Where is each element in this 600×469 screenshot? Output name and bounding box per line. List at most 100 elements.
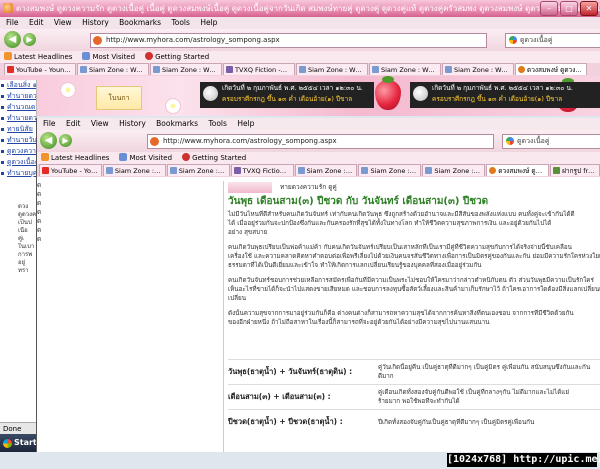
search-box[interactable]: ดูดวงเนื้อคู่ xyxy=(502,134,600,149)
back-button[interactable]: ◀ xyxy=(4,31,21,48)
siamzone-icon xyxy=(299,66,306,73)
tab-siamzone[interactable]: Siam Zone : Web Bo... xyxy=(442,63,514,75)
siamzone-icon xyxy=(425,167,433,174)
menu-view[interactable]: View xyxy=(91,119,109,128)
menu-tools[interactable]: Tools xyxy=(171,18,189,27)
tab-siamzone[interactable]: Siam Zone : We... xyxy=(166,164,230,176)
date-line-2: ครอบราศีกรกฎ ขึ้น ๑๓ ค่ำ เดือนอ้าย(๑) ปี… xyxy=(432,95,563,103)
tab-myhora[interactable]: ดวงสมพงษ์ ดูดวง... xyxy=(515,63,587,75)
bookmarks-toolbar: Latest Headlines Most Visited Getting St… xyxy=(37,152,600,164)
bookmark-latest-headlines[interactable]: Latest Headlines xyxy=(4,51,72,63)
sidebar-link[interactable]: คำนวณดวงวันเกิด xyxy=(0,102,36,113)
table-row: วันพุธ(ธาตุน้ำ) + วันจันทร์(ธาตุดิน) : ค… xyxy=(228,359,600,384)
tab-siamzone[interactable]: Siam Zone : We... xyxy=(358,164,422,176)
star-folder-icon xyxy=(82,52,91,60)
bookmark-most-visited[interactable]: Most Visited xyxy=(119,152,172,164)
tab-siamzone[interactable]: Siam Zone : We... xyxy=(422,164,486,176)
menu-history[interactable]: History xyxy=(82,18,109,27)
bookmark-getting-started[interactable]: Getting Started xyxy=(182,152,246,164)
tab-siamzone[interactable]: Siam Zone : Web Bo... xyxy=(296,63,368,75)
menu-view[interactable]: View xyxy=(54,18,72,27)
taskbar: Start xyxy=(0,434,37,452)
banner-ad[interactable]: โบนกา xyxy=(96,86,142,110)
star-folder-icon xyxy=(119,153,128,161)
title-bar: ดวงสมพงษ์ ดูดวงความรัก ดูดวงเนื้อคู่ เนื… xyxy=(0,0,600,17)
rss-icon xyxy=(4,52,12,60)
url-bar[interactable]: http://www.myhora.com/astrology_sompong.… xyxy=(90,33,487,48)
tab-siamzone[interactable]: Siam Zone : Web Bo... xyxy=(369,63,441,75)
tab-tvxq[interactable]: TVXQ Fiction -... xyxy=(230,164,294,176)
close-button[interactable]: ✕ xyxy=(580,1,598,16)
search-box[interactable]: ดูดวงเนื้อคู่ xyxy=(505,33,600,48)
back-button[interactable]: ◀ xyxy=(40,132,57,149)
moon-icon xyxy=(203,86,218,101)
tab-myhora[interactable]: ดวงสมพงษ์ ดูดวงค... xyxy=(486,164,550,176)
firefox-icon xyxy=(3,3,13,13)
strawberry-decoration xyxy=(375,76,401,110)
menu-edit[interactable]: Edit xyxy=(66,119,81,128)
date-line-1: เกิดวันที่ ๒ กุมภาพันธ์ พ.ศ. ๒๕๕๔ เวลา ๑… xyxy=(432,84,573,92)
row-description: คู่วันเกิดนี้อยู่คืน เป็นคู่ธาตุที่ดีมาก… xyxy=(378,364,591,380)
header-clip xyxy=(228,182,272,193)
minimize-button[interactable]: – xyxy=(540,1,558,16)
tab-siamzone[interactable]: Siam Zone : Web Bo... xyxy=(77,63,149,75)
tab-youtube[interactable]: YouTube - Younha -... xyxy=(4,63,76,75)
bookmark-most-visited[interactable]: Most Visited xyxy=(82,51,135,63)
menu-file[interactable]: File xyxy=(6,18,19,27)
row-description: ปีเกิดทั้งสองจับคู่กันเป็นคู่ธาตุที่ดีมา… xyxy=(378,418,535,426)
tab-siamzone[interactable]: Siam Zone : We... xyxy=(102,164,166,176)
tab-strip: YouTube - Younha -... Siam Zone : Web Bo… xyxy=(0,63,600,76)
firefox-small-icon xyxy=(182,153,191,161)
front-left-strip: ด ด ด ด ด ด ด xyxy=(37,181,49,452)
menu-bookmarks[interactable]: Bookmarks xyxy=(119,18,161,27)
siamzone-icon xyxy=(361,167,369,174)
sidebar-link[interactable]: ทำนายวันเกิด xyxy=(0,135,36,146)
sidebar-link[interactable]: เลือนสิ่ง ๑๓ ราศี xyxy=(0,80,36,91)
sidebar-link[interactable]: ทำนายดวงวันเกิด xyxy=(0,113,36,124)
table-row: เดือนสาม(๓) + เดือนสาม(๓) : คู่เดือนเกิด… xyxy=(228,384,600,409)
siamzone-icon xyxy=(105,167,113,174)
sidebar-link[interactable]: ดูดวงเนื้อคู่ xyxy=(0,157,36,168)
menu-tools[interactable]: Tools xyxy=(208,119,226,128)
sidebar-link[interactable]: ทำนายดวงวันเกิดคำ xyxy=(0,91,36,102)
sidebar-link[interactable]: ทำนายบุคคล xyxy=(0,168,36,179)
url-text: http://www.myhora.com/astrology_sompong.… xyxy=(106,36,280,44)
menu-bookmarks[interactable]: Bookmarks xyxy=(156,119,198,128)
sidebar-link[interactable]: ทายนิสัย xyxy=(0,124,36,135)
siamzone-icon xyxy=(297,167,305,174)
menu-history[interactable]: History xyxy=(119,119,146,128)
date-line-1: เกิดวันที่ ๒ กุมภาพันธ์ พ.ศ. ๒๕๕๔ เวลา ๑… xyxy=(222,84,363,92)
bookmark-latest-headlines[interactable]: Latest Headlines xyxy=(41,152,109,164)
bookmarks-toolbar: Latest Headlines Most Visited Getting St… xyxy=(0,51,600,63)
forward-button[interactable]: ▶ xyxy=(23,33,36,46)
nav-toolbar: ◀ ▶ http://www.myhora.com/astrology_somp… xyxy=(0,29,600,51)
menu-edit[interactable]: Edit xyxy=(29,18,44,27)
search-placeholder: ดูดวงเนื้อคู่ xyxy=(517,137,550,145)
maximize-button[interactable]: □ xyxy=(560,1,578,16)
page-content: ด ด ด ด ด ด ด ทายดวงความรัก ดูคู่ วันพุธ… xyxy=(37,181,600,452)
url-bar[interactable]: http://www.myhora.com/astrology_sompong.… xyxy=(147,134,494,149)
back-page-text: ดวง ดูดวงค เป็นป เนื้อ คู่เ ในเบา การพ อ… xyxy=(18,203,36,274)
top-link[interactable]: ทายดวงความรัก ดูคู่ xyxy=(280,183,337,191)
table-row: ปีชวด(ธาตุน้ำ) + ปีชวด(ธาตุน้ำ) : ปีเกิด… xyxy=(228,409,600,434)
upic-icon xyxy=(553,167,561,174)
tab-siamzone[interactable]: Siam Zone : Web Bo... xyxy=(150,63,222,75)
start-button[interactable]: Start xyxy=(1,436,40,450)
tab-upic[interactable]: ฝากรูป free uni... xyxy=(550,164,600,176)
tab-youtube[interactable]: YouTube - Youn... xyxy=(39,164,102,176)
menu-file[interactable]: File xyxy=(43,119,56,128)
flower-decoration xyxy=(165,98,181,114)
row-label: วันพุธ(ธาตุน้ำ) + วันจันทร์(ธาตุดิน) : xyxy=(228,367,353,376)
tab-siamzone[interactable]: Siam Zone : We... xyxy=(294,164,358,176)
myhora-icon xyxy=(489,167,497,174)
myhora-icon xyxy=(518,66,525,73)
sidebar-link[interactable]: ดูดวงความรัก xyxy=(0,146,36,157)
youtube-icon xyxy=(42,167,49,174)
bookmark-getting-started[interactable]: Getting Started xyxy=(145,51,209,63)
search-placeholder: ดูดวงเนื้อคู่ xyxy=(520,36,553,44)
tab-tvxq[interactable]: TVXQ Fiction -> [Re... xyxy=(223,63,295,75)
menu-help[interactable]: Help xyxy=(237,119,254,128)
forward-button[interactable]: ▶ xyxy=(59,134,72,147)
menu-help[interactable]: Help xyxy=(200,18,217,27)
main-article: ทายดวงความรัก ดูคู่ วันพุธ เดือนสาม(๓) ป… xyxy=(223,181,600,452)
